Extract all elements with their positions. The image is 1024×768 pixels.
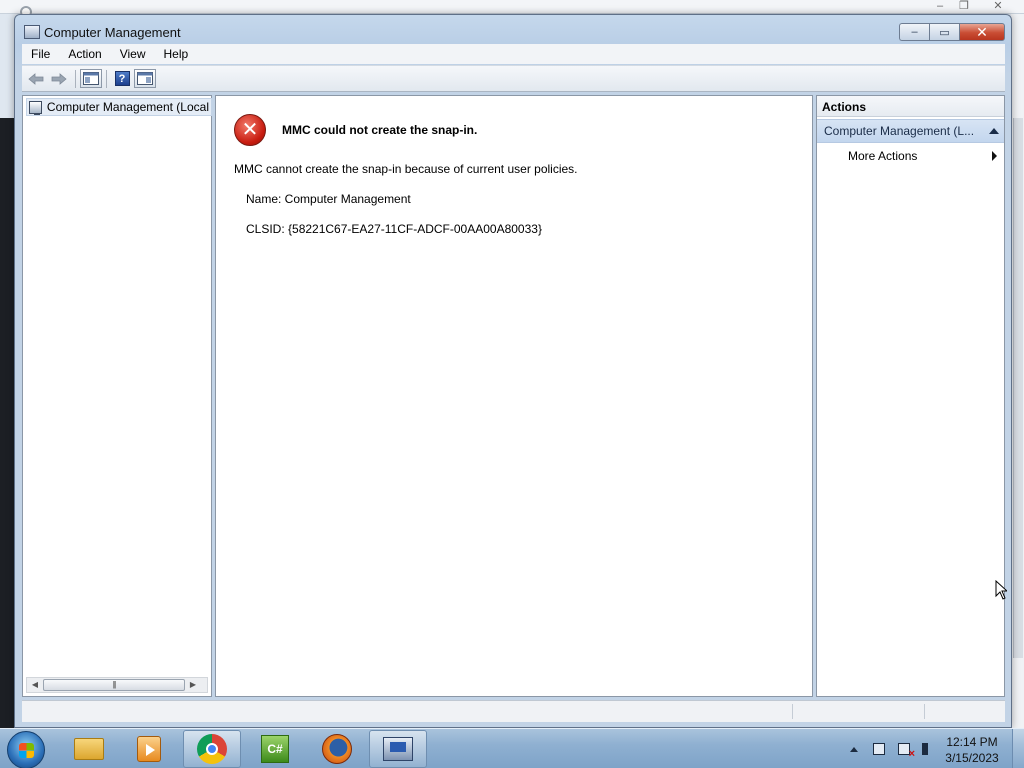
show-hidden-icons-button[interactable] xyxy=(843,741,865,757)
actions-group-computer-management[interactable]: Computer Management (L... xyxy=(817,119,1004,143)
toolbar-separator xyxy=(106,69,107,88)
window-controls: – ▭ ✕ xyxy=(899,23,1005,42)
result-pane: ✕ MMC could not create the snap-in. MMC … xyxy=(215,95,813,697)
maximize-button[interactable]: ▭ xyxy=(929,23,959,41)
close-button[interactable]: ✕ xyxy=(959,23,1005,41)
error-snapin-name: Name: Computer Management xyxy=(246,192,411,206)
console-tree-pane: Computer Management (Local ◀ ||| ▶ xyxy=(22,95,212,697)
help-button[interactable]: ? xyxy=(111,68,133,89)
tray-network[interactable] xyxy=(868,741,890,757)
forward-button[interactable] xyxy=(48,68,70,89)
csharp-icon: C# xyxy=(261,735,289,763)
taskbar: C# 12:14 PM 3/15/2023 xyxy=(0,728,1024,768)
background-minimize-icon: – xyxy=(936,0,944,12)
background-dark-strip xyxy=(0,118,14,728)
actions-pane: Actions Computer Management (L... More A… xyxy=(816,95,1005,697)
menu-file[interactable]: File xyxy=(22,47,59,61)
tray-volume[interactable] xyxy=(918,741,940,757)
tree-item-computer-management[interactable]: Computer Management (Local xyxy=(26,98,212,116)
computer-management-icon xyxy=(24,25,40,39)
clock-time: 12:14 PM xyxy=(946,735,998,749)
tree-item-label: Computer Management (Local xyxy=(46,100,209,114)
background-close-icon: ✕ xyxy=(993,0,1003,12)
start-button[interactable] xyxy=(7,731,45,768)
menu-help[interactable]: Help xyxy=(155,47,198,61)
mouse-cursor-icon xyxy=(995,580,1007,600)
volume-icon xyxy=(922,743,936,755)
menu-action[interactable]: Action xyxy=(59,47,110,61)
help-icon: ? xyxy=(114,71,130,86)
chrome-icon xyxy=(197,734,227,764)
more-actions-item[interactable]: More Actions xyxy=(817,146,1004,166)
background-scrollbar xyxy=(1013,118,1023,658)
clock-date: 3/15/2023 xyxy=(945,751,999,765)
status-divider xyxy=(924,704,925,719)
computer-management-window: Computer Management – ▭ ✕ File Action Vi… xyxy=(14,14,1012,728)
taskbar-firefox[interactable] xyxy=(308,730,366,768)
error-icon: ✕ xyxy=(234,114,266,146)
show-hide-console-tree-icon xyxy=(83,72,99,85)
taskbar-media-player[interactable] xyxy=(120,730,178,768)
back-button[interactable] xyxy=(25,68,47,89)
network-icon xyxy=(873,743,885,755)
windows-explorer-icon xyxy=(74,738,104,760)
status-bar xyxy=(22,700,1005,722)
error-clsid: CLSID: {58221C67-EA27-11CF-ADCF-00AA00A8… xyxy=(246,222,542,236)
error-message: MMC cannot create the snap-in because of… xyxy=(234,162,578,176)
scroll-right-icon[interactable]: ▶ xyxy=(185,678,201,692)
status-divider xyxy=(792,704,793,719)
close-icon: ✕ xyxy=(976,23,988,40)
system-tray xyxy=(843,729,943,768)
taskbar-csharp[interactable]: C# xyxy=(246,730,304,768)
actions-header: Actions xyxy=(817,96,1004,117)
computer-icon xyxy=(29,100,42,115)
show-hide-action-pane-button[interactable] xyxy=(134,69,156,88)
tray-action-center[interactable] xyxy=(893,741,915,760)
horizontal-scrollbar[interactable]: ◀ ||| ▶ xyxy=(26,677,208,693)
show-hide-action-pane-icon xyxy=(137,72,153,85)
back-arrow-icon xyxy=(28,72,44,85)
background-window-titlebar: – ❐ ✕ xyxy=(0,0,1024,18)
submenu-arrow-icon xyxy=(992,151,997,161)
background-restore-icon: ❐ xyxy=(959,0,969,12)
taskbar-computer-management[interactable] xyxy=(369,730,427,768)
maximize-icon: ▭ xyxy=(939,26,950,39)
action-center-flag-icon xyxy=(898,743,915,760)
minimize-button[interactable]: – xyxy=(899,23,929,41)
scroll-left-icon[interactable]: ◀ xyxy=(27,678,43,692)
show-hide-console-tree-button[interactable] xyxy=(80,69,102,88)
actions-group-label: Computer Management (L... xyxy=(824,124,975,138)
menu-view[interactable]: View xyxy=(111,47,155,61)
window-title: Computer Management xyxy=(44,25,181,40)
toolbar: ? xyxy=(22,65,1005,92)
taskbar-explorer[interactable] xyxy=(60,730,118,768)
chevron-up-icon xyxy=(850,746,858,752)
more-actions-label: More Actions xyxy=(848,149,918,163)
forward-arrow-icon xyxy=(51,72,67,85)
taskbar-chrome[interactable] xyxy=(183,730,241,768)
minimize-icon: – xyxy=(911,26,918,38)
menu-bar: File Action View Help xyxy=(22,44,1005,64)
error-title: MMC could not create the snap-in. xyxy=(282,123,478,137)
firefox-icon xyxy=(322,734,352,764)
toolbar-separator xyxy=(75,69,76,88)
scrollbar-thumb[interactable]: ||| xyxy=(43,679,185,691)
taskbar-clock[interactable]: 12:14 PM 3/15/2023 xyxy=(940,734,1004,766)
computer-management-icon xyxy=(383,737,413,761)
media-player-icon xyxy=(137,736,161,762)
collapse-up-icon[interactable] xyxy=(989,128,999,134)
show-desktop-button[interactable] xyxy=(1012,729,1024,768)
